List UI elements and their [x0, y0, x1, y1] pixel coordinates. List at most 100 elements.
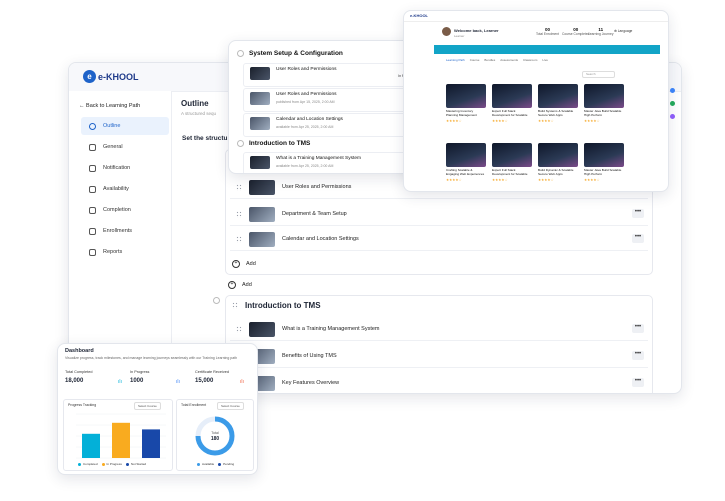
language-label: Language: [617, 29, 633, 33]
popup-lesson-item[interactable]: User Roles and Permissions published fro…: [243, 88, 421, 112]
sidebar-item-label: Reports: [103, 249, 123, 255]
legend-dot-icon: [125, 462, 129, 466]
kpi-label: Certificate Received: [195, 370, 229, 374]
page-title: Outline: [181, 99, 209, 108]
lesson-meta: available from Apr 25, 2025, 2:00 AM: [276, 164, 334, 168]
kpi-total-completed: Total Completed 18,000: [65, 370, 120, 392]
rating-stars-icon: ★★★★☆: [446, 177, 462, 182]
course-thumbnail: [446, 143, 486, 167]
learner-catalog-window: e-KHOOL Welcome back, Learner Learner 00…: [403, 10, 669, 192]
course-card[interactable]: Expert Full Stack Development for Scalab…: [492, 143, 532, 187]
drag-handle-icon[interactable]: [236, 210, 242, 218]
tab-assessments[interactable]: Assessments: [500, 58, 518, 62]
lesson-row[interactable]: Benefits of Using TMS •••: [230, 345, 648, 368]
lesson-row[interactable]: Department & Team Setup •••: [230, 203, 648, 226]
sidebar-item-label: Completion: [103, 207, 131, 213]
tab-learning-path[interactable]: Learning Path: [446, 58, 465, 62]
avatar: [442, 27, 451, 36]
apps-icon[interactable]: [670, 114, 675, 119]
lesson-title: Key Features Overview: [282, 380, 340, 386]
search-input[interactable]: Search: [582, 71, 615, 78]
kpi-label: In Progress: [130, 370, 150, 374]
sidebar-item-reports[interactable]: Reports: [81, 243, 169, 261]
sidebar-item-enrollments[interactable]: Enrollments: [81, 222, 169, 240]
more-options-button[interactable]: •••: [632, 209, 644, 218]
bell-icon: [89, 164, 96, 172]
lesson-thumbnail: [249, 321, 275, 337]
lesson-title: Calendar and Location Settings: [282, 236, 359, 242]
lesson-title: Department & Team Setup: [282, 211, 347, 217]
tab-live[interactable]: Live: [542, 58, 548, 62]
plus-icon: +: [232, 260, 240, 268]
course-title: Crafting Scalable & Engaging Web Experie…: [446, 168, 485, 176]
lesson-meta: published from Apr 15, 2025, 2:00 AM: [276, 100, 335, 104]
more-options-button[interactable]: •••: [632, 351, 644, 360]
popup-lesson-item[interactable]: What is a Training Management System ava…: [243, 152, 421, 173]
course-thumbnail: [584, 143, 624, 167]
sidebar-item-label: Notification: [103, 165, 131, 171]
course-card[interactable]: Crafting Scalable & Engaging Web Experie…: [446, 143, 486, 187]
panel-title: Progress Tracking: [68, 403, 97, 407]
lesson-row[interactable]: Calendar and Location Settings •••: [230, 228, 648, 251]
kpi-label: Total Completed: [65, 370, 93, 374]
tab-course[interactable]: Course: [470, 58, 480, 62]
chat-icon[interactable]: [670, 101, 675, 106]
tab-bundles[interactable]: Bundles: [484, 58, 495, 62]
more-options-button[interactable]: •••: [632, 324, 644, 333]
more-options-button[interactable]: •••: [632, 378, 644, 387]
stat-learning-journey: 11 Learning Journey: [588, 27, 613, 36]
sidebar-item-label: Outline: [103, 123, 121, 129]
user-role: Learner: [454, 34, 465, 38]
rating-stars-icon: ★★★★☆: [538, 118, 554, 123]
dashboard-card: Dashboard Visualize progress, track mile…: [57, 343, 258, 475]
sidebar-item-notification[interactable]: Notification: [81, 159, 169, 177]
course-card[interactable]: Expert Full Stack Development for Scalab…: [492, 84, 532, 128]
language-selector[interactable]: ⊕ Language: [614, 29, 632, 33]
sidebar-item-general[interactable]: General: [81, 138, 169, 156]
course-card[interactable]: Master Java Build Scalable High Perform ★…: [584, 143, 624, 187]
lesson-thumbnail: [249, 179, 275, 195]
more-options-button[interactable]: •••: [632, 234, 644, 243]
sidebar-item-completion[interactable]: Completion: [81, 201, 169, 219]
popup-lesson-item[interactable]: User Roles and Permissions In Progress: [243, 63, 421, 87]
drag-handle-icon[interactable]: [236, 325, 242, 333]
lesson-title: Calendar and Location Settings: [276, 117, 343, 122]
donut-legend: Available Pending: [193, 462, 234, 466]
rating-stars-icon: ★★★★☆: [538, 177, 554, 182]
course-card[interactable]: Build Dynamic & Scalable Secure Web Apps…: [538, 143, 578, 187]
course-thumbnail: [538, 84, 578, 108]
course-select[interactable]: Select Course: [134, 402, 161, 410]
dashboard-subtitle: Visualize progress, track milestones, an…: [65, 356, 238, 360]
help-icon[interactable]: [670, 88, 675, 93]
sidebar-item-label: General: [103, 144, 123, 150]
sidebar-item-outline[interactable]: Outline: [81, 117, 169, 135]
legend-label: Not Started: [130, 462, 147, 466]
course-title: Master Java Build Scalable High Perform: [584, 109, 622, 117]
legend-label: Available: [202, 462, 215, 466]
catalog-logo[interactable]: e-KHOOL: [410, 13, 428, 18]
drag-handle-icon[interactable]: [236, 235, 242, 243]
course-card[interactable]: Build Systems & Scalable Secure Web Apps…: [538, 84, 578, 128]
drag-handle-icon[interactable]: [232, 302, 238, 309]
course-title: Mastering Inventory Planning Management: [446, 109, 477, 117]
add-lesson-button[interactable]: + Add: [232, 260, 256, 268]
course-card[interactable]: Master Java Build Scalable High Perform ★…: [584, 84, 624, 128]
add-section-button[interactable]: + Add: [228, 281, 252, 289]
legend-label: In Progress: [106, 462, 122, 466]
course-thumbnail: [492, 143, 532, 167]
catalog-banner: [434, 45, 660, 54]
stat-label: Total Enrolment: [536, 32, 559, 36]
lesson-title: User Roles and Permissions: [276, 92, 337, 97]
course-title: Expert Full Stack Development for Scalab…: [492, 168, 528, 176]
back-link[interactable]: ← Back to Learning Path: [79, 103, 140, 109]
lesson-row[interactable]: Key Features Overview •••: [230, 372, 648, 393]
lesson-row[interactable]: What is a Training Management System •••: [230, 318, 648, 341]
app-logo[interactable]: e e-KHOOL: [83, 70, 139, 83]
popup-lesson-item[interactable]: Calendar and Location Settings available…: [243, 113, 421, 137]
tab-classroom[interactable]: Classroom: [523, 58, 537, 62]
sparkline-icon: ılı: [118, 379, 122, 385]
legend-label: Pending: [223, 462, 235, 466]
drag-handle-icon[interactable]: [236, 183, 242, 191]
course-card[interactable]: Mastering Inventory Planning Management ★…: [446, 84, 486, 128]
sidebar-item-availability[interactable]: Availability: [81, 180, 169, 198]
